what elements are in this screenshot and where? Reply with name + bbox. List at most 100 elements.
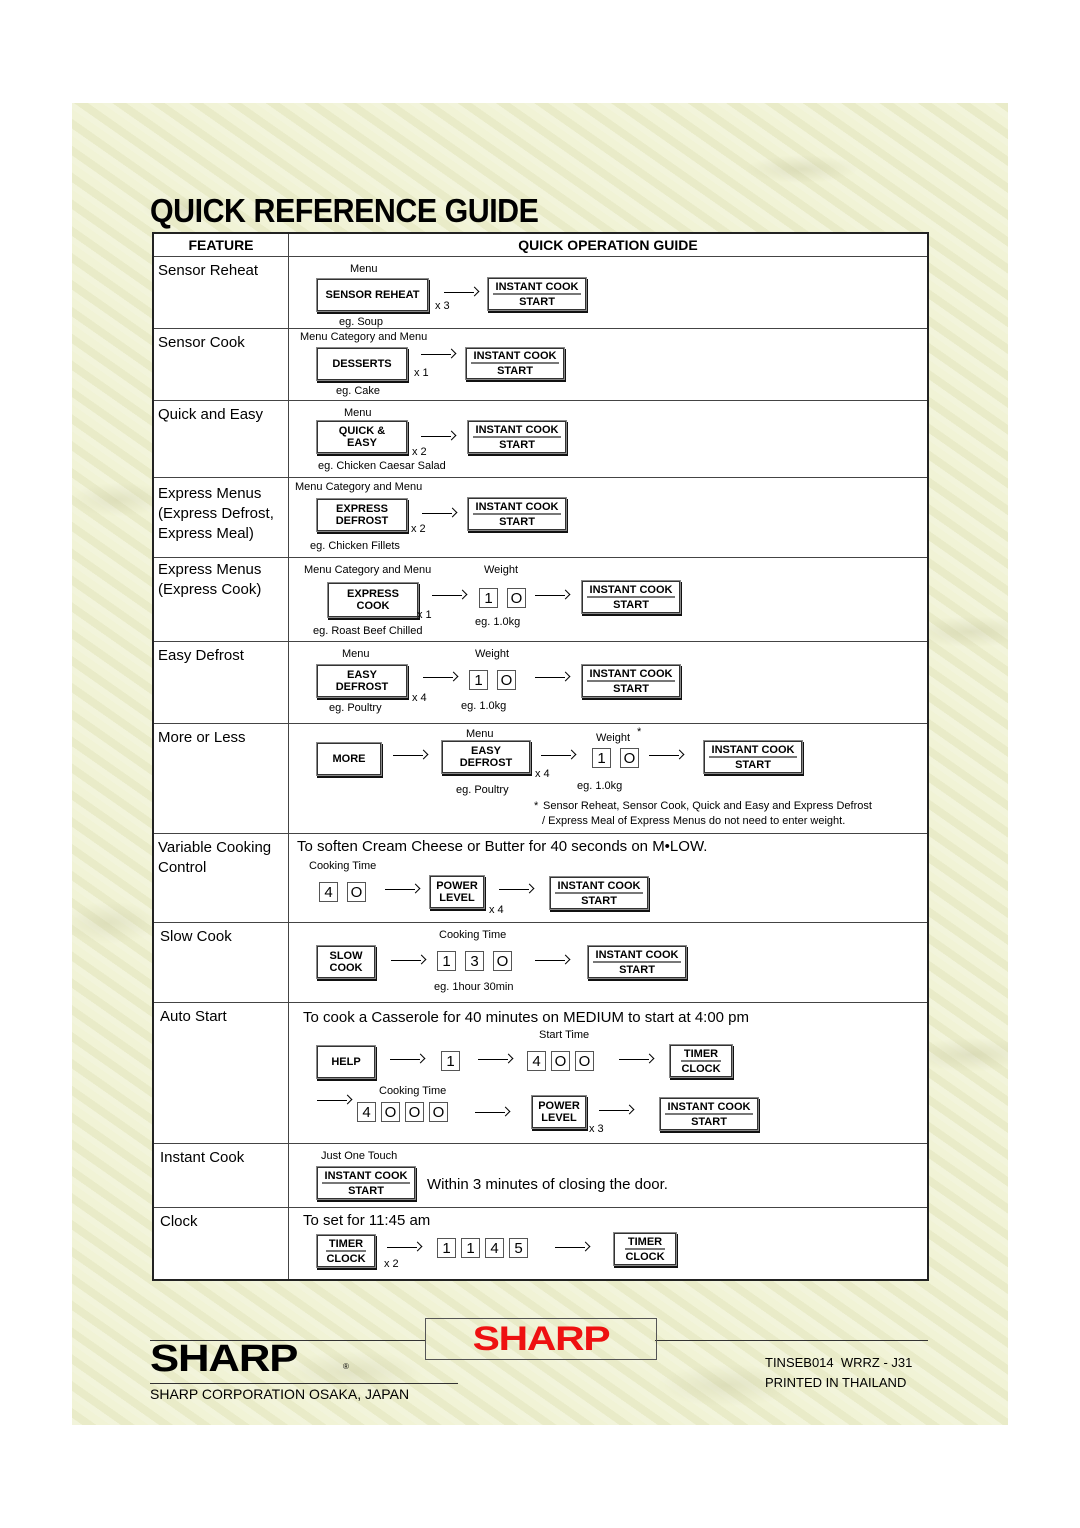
button-label-bottom: START [735,758,771,771]
button-label-bottom: CLOCK [681,1062,721,1075]
arrow-icon [541,750,575,760]
operation-cell: Menu Category and Menu DESSERTS x 1 INST… [288,328,929,401]
more-button[interactable]: MORE [316,742,382,776]
number-key[interactable]: 1 [441,1051,460,1071]
press-count: x 2 [384,1258,399,1270]
number-key[interactable]: O [347,882,366,902]
operation-cell: Cooking Time SLOW COOK 1 3 O INSTANT COOK… [288,922,929,1003]
example-caption: eg. Poultry [456,784,509,796]
feature-label: Auto Start [152,1002,289,1144]
weight-note: Sensor Reheat, Sensor Cook, Quick and Ea… [543,800,872,812]
feature-line: Express Menus [158,485,262,502]
feature-label: Clock [152,1207,289,1280]
start-time-caption: Start Time [539,1029,590,1041]
number-key[interactable]: 1 [437,951,456,971]
feature-label: Variable Cooking Control [152,833,289,923]
power-level-button[interactable]: POWER LEVEL [531,1095,587,1129]
number-key[interactable]: 4 [527,1051,546,1071]
instant-cook-start-button[interactable]: INSTANT COOK START [467,497,567,531]
number-key[interactable]: O [551,1051,570,1071]
number-key[interactable]: O [620,748,639,768]
instant-cook-start-button[interactable]: INSTANT COOK START [465,347,565,380]
instant-cook-start-button[interactable]: INSTANT COOK START [487,277,587,311]
number-key[interactable]: 1 [469,670,488,690]
press-count: x 4 [489,904,504,916]
operation-cell: To set for 11:45 am TIMER CLOCK x 2 1 1 4… [288,1207,929,1280]
operation-cell: To soften Cream Cheese or Butter for 40 … [288,833,929,923]
table-row: Instant Cook Just One Touch INSTANT COOK… [152,1143,929,1208]
quick-easy-button[interactable]: QUICK & EASY [316,420,408,454]
button-label-bottom: START [348,1184,384,1197]
number-key[interactable]: 1 [461,1238,480,1258]
number-key[interactable]: 3 [465,951,484,971]
button-label-top: TIMER [680,1048,722,1062]
instant-cook-start-button[interactable]: INSTANT COOK START [587,945,687,979]
easy-defrost-button[interactable]: EASY DEFROST [316,664,408,698]
instruction-text: To soften Cream Cheese or Butter for 40 … [297,838,708,855]
operation-cell: MORE Menu EASY DEFROST x 4 Weight * 1 O I… [288,723,929,834]
easy-defrost-button[interactable]: EASY DEFROST [441,740,531,774]
button-label-bottom: LEVEL [541,1112,577,1124]
arrow-icon [478,1054,512,1064]
number-key[interactable]: 1 [479,588,498,608]
number-key[interactable]: O [575,1051,594,1071]
arrow-icon [535,672,569,682]
number-key[interactable]: 4 [485,1238,504,1258]
express-cook-button[interactable]: EXPRESS COOK [327,582,419,618]
number-key[interactable]: 4 [357,1102,376,1122]
one-touch-caption: Just One Touch [321,1150,398,1162]
feature-label: Express Menus (Express Defrost, Express … [152,477,289,558]
table-row: Sensor Cook Menu Category and Menu DESSE… [152,328,929,401]
registered-mark: ® [343,1362,349,1371]
number-key[interactable]: 5 [509,1238,528,1258]
button-label-top: TIMER [624,1236,666,1250]
arrow-icon [535,590,569,600]
operation-cell: Menu Category and Menu Weight EXPRESS COO… [288,557,929,642]
arrow-icon [649,750,683,760]
instant-cook-start-button[interactable]: INSTANT COOK START [581,664,681,698]
example-caption: eg. Cake [336,385,381,397]
help-button[interactable]: HELP [316,1045,376,1079]
instant-cook-start-button[interactable]: INSTANT COOK START [467,420,567,454]
instant-cook-start-button[interactable]: INSTANT COOK START [549,876,649,910]
number-key[interactable]: O [497,670,516,690]
number-key[interactable]: O [493,951,512,971]
instant-cook-start-button[interactable]: INSTANT COOK START [316,1166,416,1200]
button-label-bottom: START [497,365,533,377]
weight-caption: Weight [484,564,519,576]
instant-cook-start-button[interactable]: INSTANT COOK START [659,1097,759,1131]
number-key[interactable]: 1 [437,1238,456,1258]
express-defrost-button[interactable]: EXPRESS DEFROST [316,498,408,532]
number-key[interactable]: O [381,1102,400,1122]
table-row: Slow Cook Cooking Time SLOW COOK 1 3 O IN… [152,922,929,1003]
sharp-logo-red: SHARP [425,1318,657,1360]
slow-cook-button[interactable]: SLOW COOK [316,945,376,979]
sensor-reheat-button[interactable]: SENSOR REHEAT [316,278,429,312]
timer-clock-button[interactable]: TIMER CLOCK [316,1234,376,1268]
number-key[interactable]: O [429,1102,448,1122]
instant-cook-start-button[interactable]: INSTANT COOK START [581,580,681,614]
number-key[interactable]: O [507,588,526,608]
example-caption: eg. Chicken Fillets [310,540,400,552]
button-label: MORE [332,753,366,765]
number-key[interactable]: 4 [319,882,338,902]
button-label: DESSERTS [332,358,392,370]
brand-name: SHARP [472,1319,611,1358]
arrow-icon [432,590,466,600]
number-key[interactable]: O [405,1102,424,1122]
weight-caption: Weight [596,732,631,744]
timer-clock-button[interactable]: TIMER CLOCK [669,1044,733,1078]
feature-line: Control [158,859,207,876]
arrow-icon [619,1054,653,1064]
menu-caption: Menu Category and Menu [295,481,423,493]
feature-line: Express Menus [158,561,262,578]
button-label-bottom: EASY [347,437,377,449]
arrow-icon [422,508,456,518]
number-key[interactable]: 1 [592,748,611,768]
instant-cook-start-button[interactable]: INSTANT COOK START [703,740,803,774]
desserts-button[interactable]: DESSERTS [316,347,408,381]
feature-label: Quick and Easy [152,400,289,478]
power-level-button[interactable]: POWER LEVEL [429,875,485,909]
instruction-text: To set for 11:45 am [303,1212,431,1229]
timer-clock-button[interactable]: TIMER CLOCK [613,1232,677,1266]
